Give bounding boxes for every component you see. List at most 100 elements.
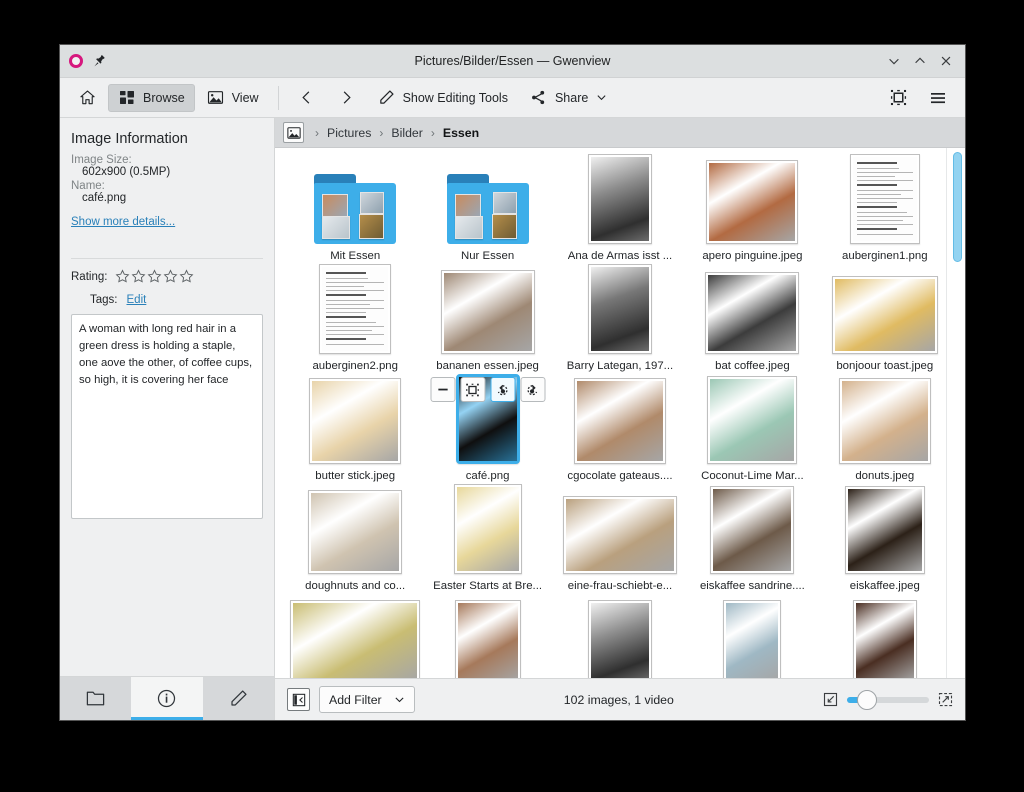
breadcrumb-item-pictures[interactable]: Pictures xyxy=(324,126,374,140)
thumbnail-frame[interactable] xyxy=(707,376,798,464)
thumbnail-caption: donuts.jpeg xyxy=(855,470,915,482)
grid-folder-item[interactable]: Nur Essen xyxy=(421,154,553,264)
grid-image-item[interactable]: Coconut-Lime Mar... xyxy=(686,374,818,484)
home-button[interactable] xyxy=(68,84,106,112)
share-button[interactable]: Share xyxy=(520,84,617,112)
thumbnail-holder xyxy=(421,160,553,244)
rotate-right-button[interactable] xyxy=(520,377,546,402)
grid-image-item[interactable]: doughnuts and co... xyxy=(289,484,421,594)
description-textarea[interactable]: A woman with long red hair in a green dr… xyxy=(71,314,263,519)
add-filter-label: Add Filter xyxy=(329,692,382,707)
grid-image-item[interactable]: café.png xyxy=(421,374,553,484)
rating-stars[interactable] xyxy=(115,269,194,284)
grid-image-item[interactable]: Easter Starts at Bre... xyxy=(421,484,553,594)
thumbnail-grid-container: Mit Essen Nur Essen Ana de Armas isst ... a… xyxy=(275,148,965,678)
thumbnail-frame[interactable] xyxy=(844,486,925,574)
thumbnail-frame[interactable] xyxy=(290,600,421,678)
star-icon-5 xyxy=(179,269,194,283)
grid-image-item[interactable]: bat coffee.jpeg xyxy=(686,264,818,374)
grid-image-item[interactable] xyxy=(819,594,951,678)
grid-image-item[interactable]: Ana de Armas isst ... xyxy=(554,154,686,264)
thumbnail-frame[interactable] xyxy=(849,154,920,244)
grid-image-item[interactable]: Barry Lategan, 197... xyxy=(554,264,686,374)
pencil-icon xyxy=(231,690,247,706)
thumbnail-frame[interactable] xyxy=(838,378,931,464)
grid-image-item[interactable]: eiskaffee sandrine.... xyxy=(686,484,818,594)
grid-image-item[interactable]: bonjoour toast.jpeg xyxy=(819,264,951,374)
pencil-icon xyxy=(378,89,396,107)
zoom-slider[interactable] xyxy=(847,689,929,710)
fullscreen-button[interactable] xyxy=(879,84,917,112)
grid-folder-item[interactable]: Mit Essen xyxy=(289,154,421,264)
thumbnail-frame[interactable] xyxy=(852,600,917,678)
thumbnail-caption: Mit Essen xyxy=(330,250,381,262)
show-editing-tools-button[interactable]: Show Editing Tools xyxy=(368,84,518,112)
grid-image-item[interactable]: auberginen2.png xyxy=(289,264,421,374)
maximize-button[interactable] xyxy=(909,50,931,72)
grid-image-item[interactable]: eiskaffee.jpeg xyxy=(819,484,951,594)
grid-image-item[interactable]: donuts.jpeg xyxy=(819,374,951,484)
breadcrumb-item-bilder[interactable]: Bilder xyxy=(388,126,425,140)
show-more-details-link[interactable]: Show more details... xyxy=(71,216,175,228)
thumbnail-frame[interactable] xyxy=(573,378,666,464)
thumbnail-frame[interactable] xyxy=(723,600,782,678)
zoom-fit-large-icon[interactable] xyxy=(938,692,953,707)
grid-image-item[interactable] xyxy=(686,594,818,678)
sidebar-tab-information[interactable] xyxy=(131,677,203,720)
next-button[interactable] xyxy=(328,84,366,112)
thumbnail-frame[interactable] xyxy=(587,154,652,244)
fullscreen-preview-button[interactable] xyxy=(460,377,486,402)
thumbnail-holder xyxy=(686,160,818,244)
hamburger-menu-button[interactable] xyxy=(919,84,957,112)
thumbnail-frame[interactable] xyxy=(705,272,800,354)
places-image-icon[interactable] xyxy=(283,122,304,143)
thumbnail-frame[interactable] xyxy=(308,490,403,574)
grid-image-item[interactable]: butter stick.jpeg xyxy=(289,374,421,484)
zoom-slider-handle[interactable] xyxy=(857,689,877,710)
tags-edit-link[interactable]: Edit xyxy=(127,294,147,306)
thumbnail-caption: cgocolate gateaus.... xyxy=(567,470,673,482)
thumbnail-holder xyxy=(819,600,951,678)
zoom-fit-small-icon[interactable] xyxy=(823,692,838,707)
thumbnail-frame[interactable] xyxy=(706,160,799,244)
browse-tab-button[interactable]: Browse xyxy=(108,83,195,112)
thumbnail-image xyxy=(713,489,792,571)
grid-vertical-scrollbar[interactable] xyxy=(953,152,962,674)
thumbnail-frame[interactable] xyxy=(587,600,652,678)
pin-icon[interactable] xyxy=(93,54,107,68)
collapse-sidebar-icon[interactable] xyxy=(287,688,310,711)
thumbnail-frame[interactable] xyxy=(710,486,795,574)
grid-image-item[interactable]: cgocolate gateaus.... xyxy=(554,374,686,484)
thumbnail-caption: eiskaffee sandrine.... xyxy=(699,580,805,592)
view-tab-button[interactable]: View xyxy=(197,84,269,112)
previous-button[interactable] xyxy=(288,84,326,112)
minimize-button[interactable] xyxy=(883,50,905,72)
thumbnail-frame[interactable] xyxy=(440,270,535,354)
thumbnail-frame[interactable] xyxy=(309,378,402,464)
grid-image-item[interactable] xyxy=(421,594,553,678)
thumbnail-frame[interactable] xyxy=(453,484,522,574)
deselect-button[interactable] xyxy=(430,377,456,402)
rotate-left-button[interactable] xyxy=(490,377,516,402)
grid-image-item[interactable]: eine-frau-schiebt-e... xyxy=(554,484,686,594)
thumbnail-frame[interactable] xyxy=(831,276,938,354)
select-frame-icon xyxy=(466,383,480,397)
grid-image-item[interactable] xyxy=(554,594,686,678)
thumbnail-holder xyxy=(289,600,421,678)
close-button[interactable] xyxy=(935,50,957,72)
grid-image-item[interactable]: bananen essen.jpeg xyxy=(421,264,553,374)
grid-image-item[interactable]: apero pinguine.jpeg xyxy=(686,154,818,264)
thumbnail-grid: Mit Essen Nur Essen Ana de Armas isst ... a… xyxy=(275,148,965,678)
thumbnail-frame[interactable] xyxy=(587,264,652,354)
sidebar-tab-folders[interactable] xyxy=(60,677,131,720)
scrollbar-thumb[interactable] xyxy=(953,152,962,262)
thumbnail-frame[interactable] xyxy=(454,600,521,678)
thumbnail-frame[interactable] xyxy=(562,496,677,574)
grid-image-item[interactable] xyxy=(289,594,421,678)
grid-image-item[interactable]: auberginen1.png xyxy=(819,154,951,264)
breadcrumb-item-essen[interactable]: Essen xyxy=(440,126,482,140)
add-filter-button[interactable]: Add Filter xyxy=(319,686,415,713)
sidebar-tab-operations[interactable] xyxy=(203,677,274,720)
thumbnail-frame[interactable] xyxy=(319,264,392,354)
thumbnail-image xyxy=(443,273,532,351)
